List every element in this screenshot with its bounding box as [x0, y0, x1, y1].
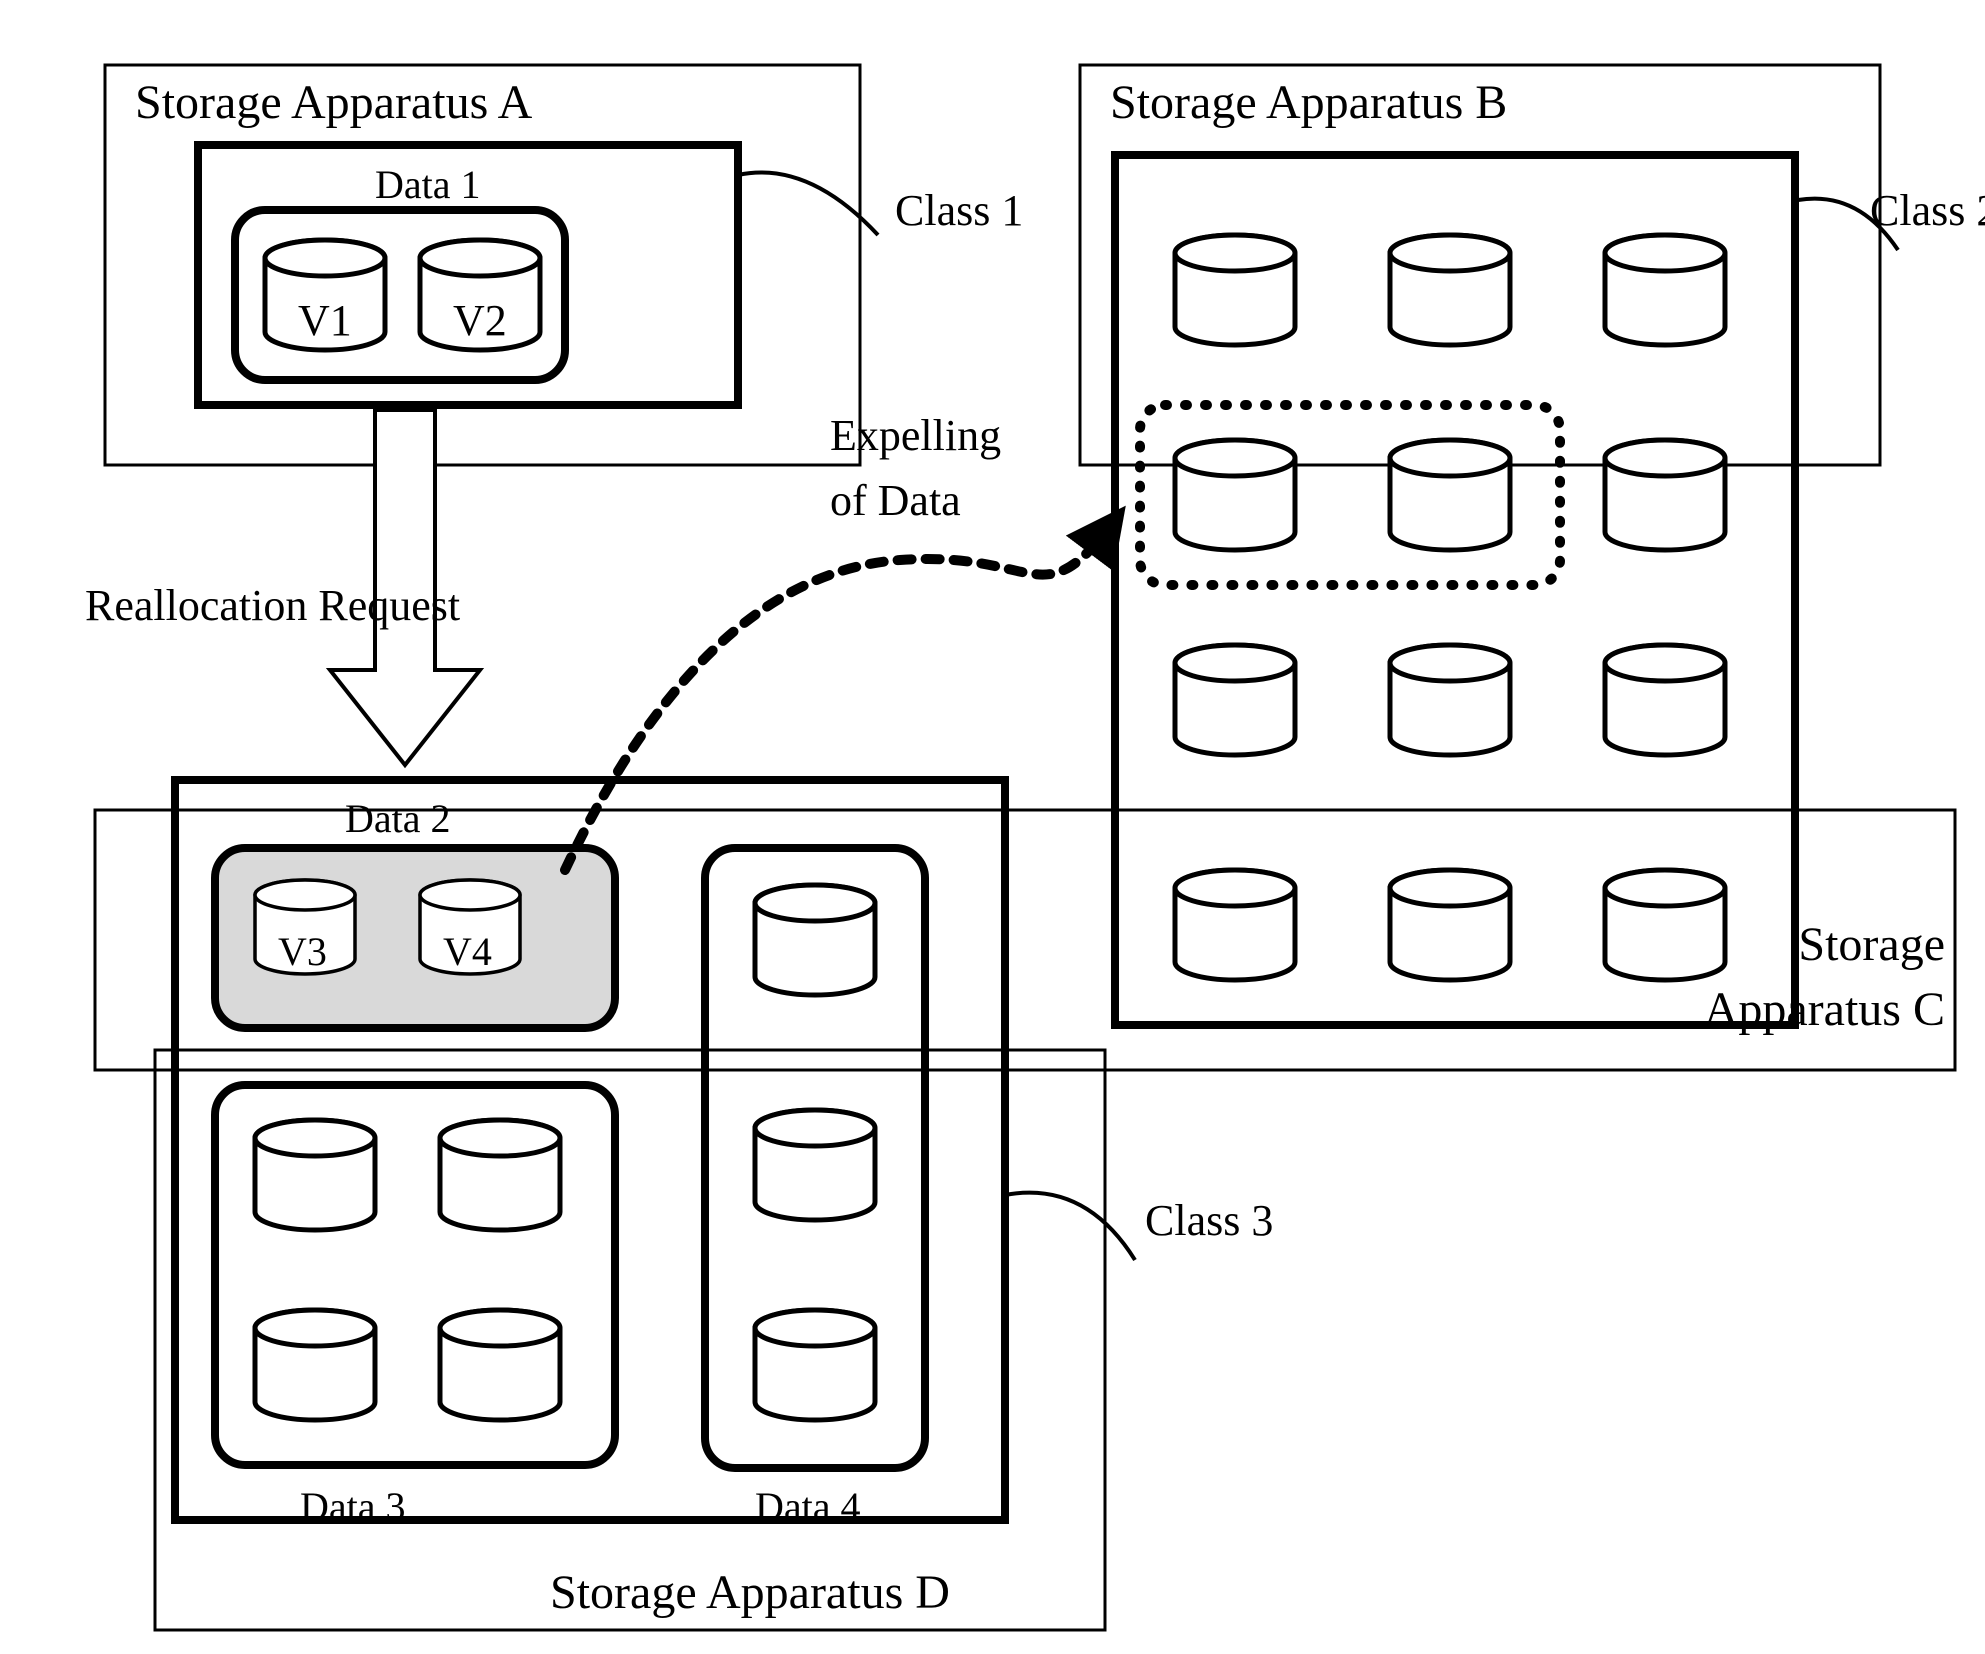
cylinder-icon [1390, 440, 1510, 550]
data4-label: Data 4 [755, 1484, 861, 1529]
cylinder-icon [1390, 235, 1510, 345]
reallocation-label: Reallocation Request [85, 581, 460, 630]
class1-label: Class 1 [895, 186, 1023, 235]
cylinder-icon [1175, 870, 1295, 980]
cylinder-icon [1175, 235, 1295, 345]
cylinder-icon [755, 885, 875, 995]
cylinder-icon [1605, 235, 1725, 345]
apparatus-b-label: Storage Apparatus B [1110, 76, 1507, 129]
expelling-label-line2: of Data [830, 476, 961, 525]
v2-label: V2 [453, 296, 507, 345]
cylinder-icon [1390, 870, 1510, 980]
cylinder-icon [1605, 440, 1725, 550]
apparatus-c-label-line1: Storage [1798, 918, 1945, 971]
cylinder-icon [755, 1310, 875, 1420]
v4-label: V4 [443, 929, 492, 974]
cylinder-icon [1605, 870, 1725, 980]
class1-leader [738, 173, 878, 236]
data1-label: Data 1 [375, 162, 481, 207]
cylinder-icon [440, 1310, 560, 1420]
cylinder-icon [255, 1120, 375, 1230]
class3-label: Class 3 [1145, 1196, 1273, 1245]
class3-leader [1005, 1193, 1135, 1260]
cylinder-icon [1390, 645, 1510, 755]
cylinder-icon [255, 1310, 375, 1420]
apparatus-d-label: Storage Apparatus D [550, 1566, 950, 1619]
data3-label: Data 3 [300, 1484, 406, 1529]
cylinder-icon [1175, 440, 1295, 550]
class2-label: Class 2 [1870, 186, 1985, 235]
apparatus-c-label-line2: Apparatus C [1704, 983, 1945, 1036]
storage-diagram: Storage Apparatus A Class 1 Data 1 V1 V2… [0, 0, 1985, 1649]
cylinder-icon [1605, 645, 1725, 755]
cylinder-icon [1175, 645, 1295, 755]
data2-label: Data 2 [345, 796, 451, 841]
v1-label: V1 [298, 296, 352, 345]
expelling-arrow [565, 520, 1115, 870]
v3-label: V3 [278, 929, 327, 974]
cylinder-icon [755, 1110, 875, 1220]
apparatus-a-label: Storage Apparatus A [135, 76, 533, 129]
cylinder-icon [440, 1120, 560, 1230]
expelling-label-line1: Expelling [830, 411, 1001, 460]
